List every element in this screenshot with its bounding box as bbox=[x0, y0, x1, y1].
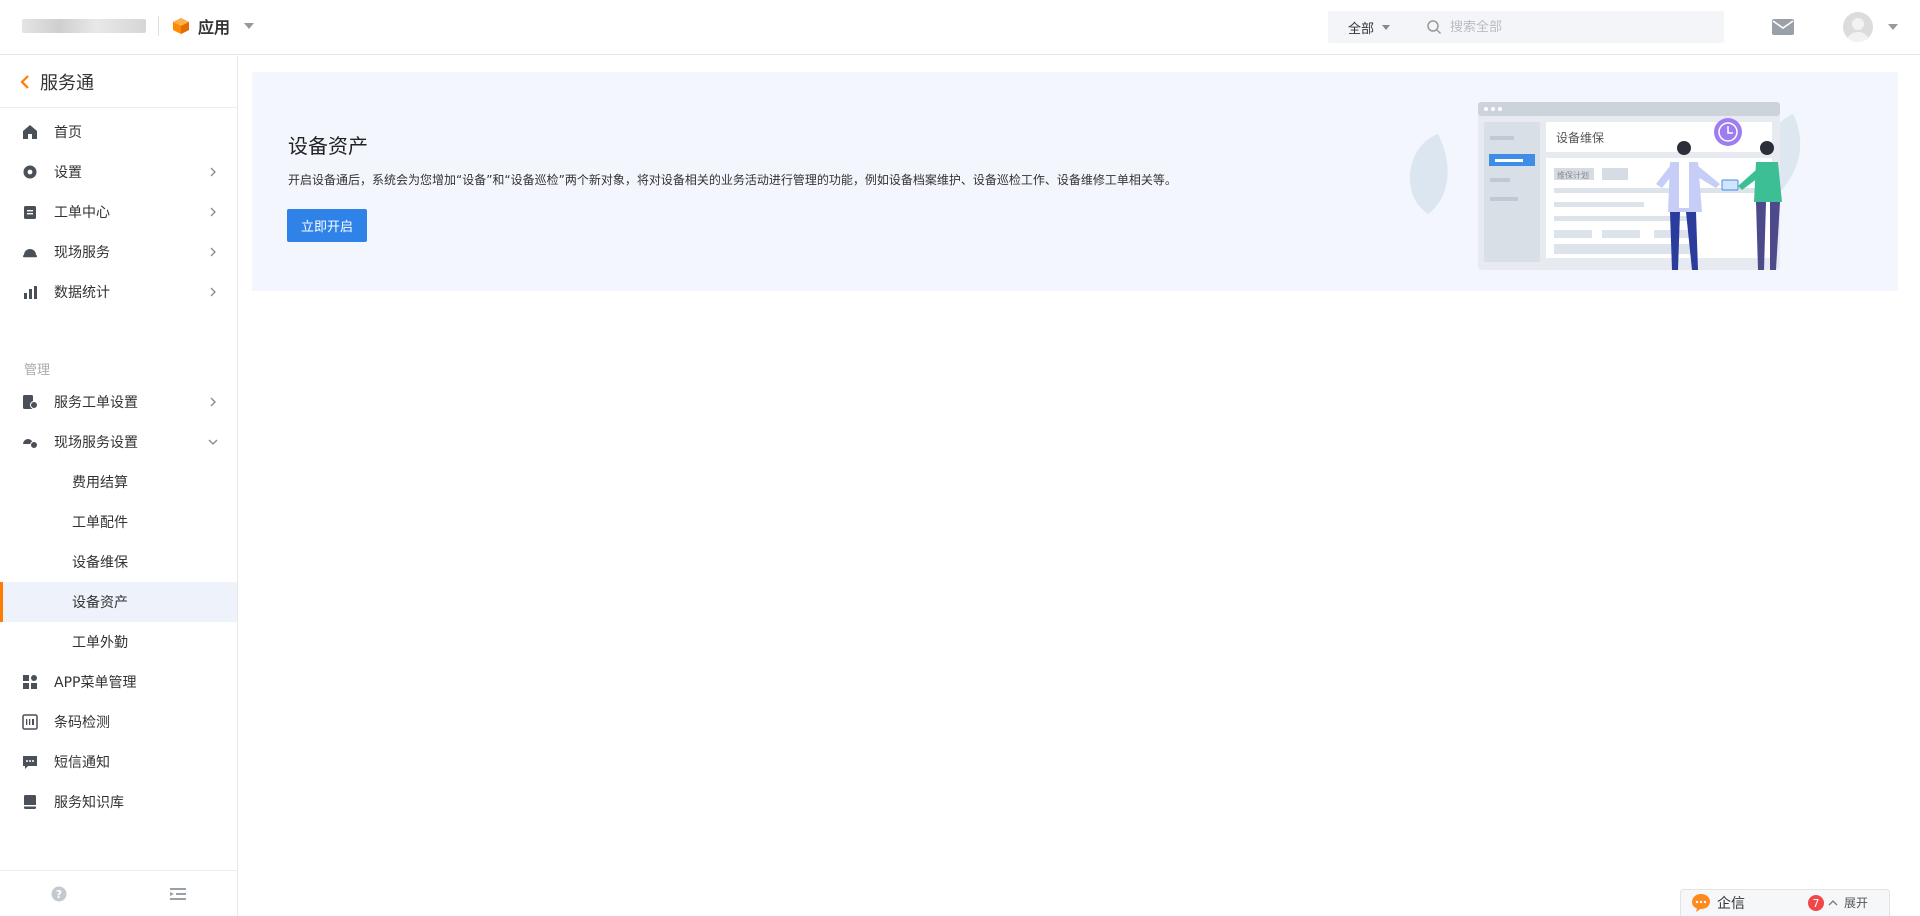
sidebar-item-label: APP菜单管理 bbox=[54, 675, 137, 691]
sidebar-item-label: 现场服务 bbox=[54, 245, 110, 261]
sidebar-item-label: 首页 bbox=[54, 125, 82, 141]
app-switcher[interactable]: 应用 bbox=[172, 14, 255, 38]
helmet-icon bbox=[22, 244, 38, 260]
chevron-right-icon bbox=[210, 167, 216, 177]
help-icon: ? bbox=[51, 886, 67, 901]
search-scope-select[interactable]: 全部 bbox=[1328, 18, 1418, 37]
grid-icon bbox=[22, 674, 38, 690]
chevron-right-icon bbox=[210, 247, 216, 257]
home-icon bbox=[22, 124, 38, 140]
app-label: 应用 bbox=[198, 18, 231, 37]
submenu-item-ticket-fieldwork[interactable]: 工单外勤 bbox=[0, 622, 237, 662]
search-input[interactable] bbox=[1450, 19, 1690, 35]
submenu-item-equipment-maintenance[interactable]: 设备维保 bbox=[0, 542, 237, 582]
search-scope-label: 全部 bbox=[1348, 21, 1375, 37]
sidebar-item-label: 服务知识库 bbox=[54, 795, 124, 811]
book-icon bbox=[22, 794, 38, 810]
unread-badge: 7 bbox=[1808, 895, 1824, 911]
expand-label: 展开 bbox=[1844, 896, 1869, 910]
bar-chart-icon bbox=[22, 284, 38, 300]
sidebar-item-barcode[interactable]: 条码检测 bbox=[0, 702, 237, 742]
section-title: 管理 bbox=[24, 363, 51, 378]
gear-icon bbox=[22, 164, 38, 180]
illustration-card-title: 设备维保 bbox=[1556, 131, 1604, 145]
svg-text:?: ? bbox=[56, 888, 62, 901]
chevron-down-icon bbox=[1382, 24, 1391, 30]
collapse-sidebar-button[interactable] bbox=[119, 886, 238, 902]
submenu-item-equipment-assets[interactable]: 设备资产 bbox=[0, 582, 237, 622]
back-label: 服务通 bbox=[40, 72, 94, 94]
illustration-tag: 维保计划 bbox=[1557, 170, 1589, 180]
chevron-up-icon bbox=[1828, 900, 1838, 906]
barcode-icon bbox=[22, 714, 38, 730]
chevron-right-icon bbox=[210, 287, 216, 297]
submenu-item-fee-settlement[interactable]: 费用结算 bbox=[0, 462, 237, 502]
sidebar-item-label: 设置 bbox=[54, 165, 82, 181]
message-icon bbox=[22, 754, 38, 770]
chevron-right-icon bbox=[210, 207, 216, 217]
feature-banner: 设备资产 开启设备通后，系统会为您增加“设备”和“设备巡检”两个新对象，将对设备… bbox=[252, 72, 1898, 291]
ticket-settings-icon bbox=[22, 394, 38, 410]
back-button[interactable]: 服务通 bbox=[0, 56, 237, 108]
sidebar-item-field-service[interactable]: 现场服务 bbox=[0, 232, 237, 272]
chat-label: 企信 bbox=[1717, 896, 1745, 912]
sidebar-item-label: 工单中心 bbox=[54, 205, 110, 221]
chevron-down-icon[interactable] bbox=[1888, 24, 1898, 30]
sidebar-item-label: 条码检测 bbox=[54, 715, 110, 731]
cube-icon bbox=[173, 18, 189, 34]
sidebar-item-settings[interactable]: 设置 bbox=[0, 152, 237, 192]
equipment-illustration: 设备维保 维保计划 bbox=[1409, 102, 1801, 270]
global-search: 全部 bbox=[1328, 11, 1724, 43]
sidebar-item-label: 服务工单设置 bbox=[54, 395, 138, 411]
divider bbox=[158, 16, 159, 36]
top-bar: 应用 全部 bbox=[0, 0, 1920, 55]
banner-description: 开启设备通后，系统会为您增加“设备”和“设备巡检”两个新对象，将对设备相关的业务… bbox=[288, 173, 1177, 187]
user-icon bbox=[1847, 18, 1869, 42]
chat-widget[interactable]: 企信 7 展开 bbox=[1680, 889, 1890, 916]
collapse-menu-icon bbox=[169, 887, 186, 900]
field-settings-icon bbox=[22, 434, 38, 450]
chevron-down-icon bbox=[208, 439, 218, 445]
sidebar-item-ticket-center[interactable]: 工单中心 bbox=[0, 192, 237, 232]
help-button[interactable]: ? bbox=[0, 886, 119, 902]
sidebar-item-statistics[interactable]: 数据统计 bbox=[0, 272, 237, 312]
banner-title: 设备资产 bbox=[288, 134, 368, 158]
sidebar-item-ticket-settings[interactable]: 服务工单设置 bbox=[0, 382, 237, 422]
company-logo[interactable] bbox=[22, 19, 146, 33]
submenu-item-ticket-parts[interactable]: 工单配件 bbox=[0, 502, 237, 542]
chat-icon bbox=[1692, 894, 1710, 912]
clipboard-icon bbox=[22, 204, 38, 220]
enable-now-button[interactable]: 立即开启 bbox=[287, 209, 367, 242]
chevron-right-icon bbox=[210, 397, 216, 407]
avatar[interactable] bbox=[1843, 12, 1873, 42]
sidebar-item-label: 短信通知 bbox=[54, 755, 110, 771]
mail-icon[interactable] bbox=[1772, 18, 1794, 36]
submenu: 费用结算 工单配件 设备维保 设备资产 工单外勤 bbox=[0, 462, 237, 662]
search-icon bbox=[1427, 20, 1442, 35]
sidebar-item-label: 现场服务设置 bbox=[54, 435, 138, 451]
sidebar-item-app-menu[interactable]: APP菜单管理 bbox=[0, 662, 237, 702]
sidebar-item-home[interactable]: 首页 bbox=[0, 112, 237, 152]
sidebar-footer: ? bbox=[0, 870, 237, 916]
sidebar-item-label: 数据统计 bbox=[54, 285, 110, 301]
sidebar-item-field-settings[interactable]: 现场服务设置 bbox=[0, 422, 237, 462]
sidebar-item-knowledge-base[interactable]: 服务知识库 bbox=[0, 782, 237, 822]
chevron-down-icon bbox=[244, 23, 255, 29]
chevron-left-icon bbox=[20, 74, 29, 89]
expand-button[interactable]: 展开 bbox=[1828, 894, 1868, 911]
sidebar: 服务通 首页 设置 工单中心 现场服务 数据统计 管理 服务工单设置 现场服务设… bbox=[0, 56, 238, 916]
sidebar-item-sms[interactable]: 短信通知 bbox=[0, 742, 237, 782]
